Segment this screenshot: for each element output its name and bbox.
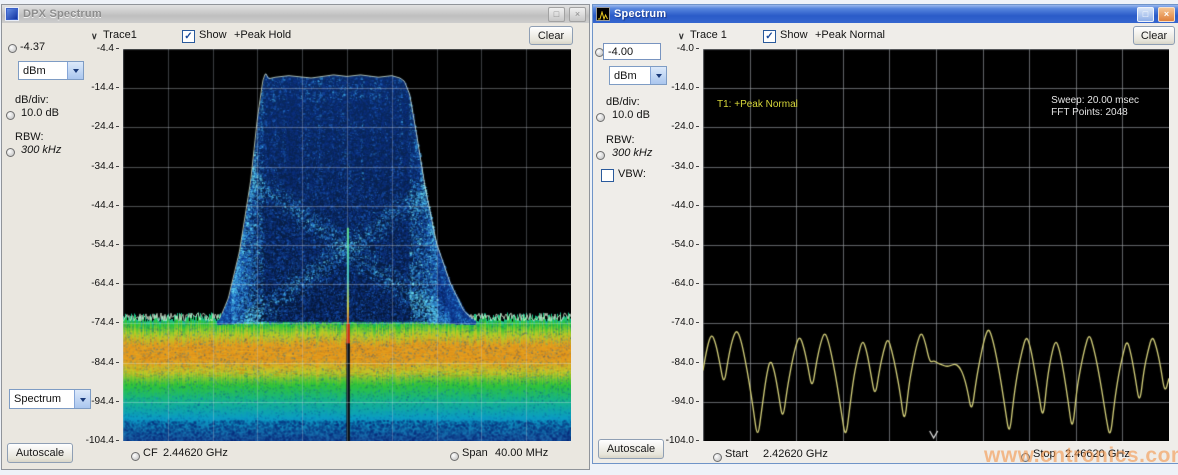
y-axis-tick-label: -94.4 — [91, 396, 119, 407]
y-axis-tick-label: -104.0 — [666, 435, 699, 446]
y-axis-tick-label: -14.0 — [671, 82, 699, 93]
dpx-dbdiv-label: dB/div: — [15, 94, 49, 106]
dpx-unit-value: dBm — [19, 65, 67, 77]
spec-trace-annotation: T1: +Peak Normal — [717, 99, 798, 110]
y-axis-tick-label: -44.0 — [671, 200, 699, 211]
y-axis-tick-label: -54.4 — [91, 239, 119, 250]
close-icon[interactable]: × — [569, 7, 586, 22]
y-axis-tick-label: -24.4 — [91, 121, 119, 132]
spec-rbw-label: RBW: — [606, 134, 635, 146]
y-axis-tick-label: -54.0 — [671, 239, 699, 250]
dpx-titlebar[interactable]: DPX Spectrum □ × — [2, 5, 589, 23]
y-axis-tick-label: -44.4 — [91, 200, 119, 211]
dpx-span-label: Span — [462, 447, 488, 459]
dpx-y-axis: -4.4-14.4-24.4-34.4-44.4-54.4-64.4-74.4-… — [62, 49, 119, 441]
chevron-down-icon[interactable]: ∨ — [91, 31, 98, 42]
spectrum-app-icon — [596, 7, 610, 21]
dpx-window-title: DPX Spectrum — [23, 8, 544, 20]
dpx-detector-label[interactable]: +Peak Hold — [234, 29, 291, 41]
y-axis-tick-label: -24.0 — [671, 121, 699, 132]
dpx-rbw-label: RBW: — [15, 131, 44, 143]
spec-clear-button[interactable]: Clear — [1133, 26, 1175, 45]
spec-dbdiv-label: dB/div: — [606, 96, 640, 108]
spec-unit-value: dBm — [610, 70, 650, 82]
cf-knob-icon[interactable] — [131, 452, 140, 461]
fft-points-text: FFT Points: 2048 — [1051, 107, 1139, 119]
y-axis-tick-label: -74.4 — [91, 317, 119, 328]
dpx-plot-area[interactable] — [123, 49, 571, 441]
spec-start-label: Start — [725, 448, 748, 460]
dpx-span-value[interactable]: 40.00 MHz — [495, 447, 548, 459]
dpx-show-checkbox[interactable] — [182, 30, 195, 43]
spec-y-axis: -4.0-14.0-24.0-34.0-44.0-54.0-64.0-74.0-… — [645, 49, 699, 441]
span-knob-icon[interactable] — [450, 452, 459, 461]
dpx-rbw-value[interactable]: 300 kHz — [21, 144, 61, 156]
dpx-spectrum-window: DPX Spectrum □ × ∨ Trace1 Show +Peak Hol… — [1, 4, 590, 470]
y-axis-tick-label: -64.0 — [671, 278, 699, 289]
rbw-knob-icon[interactable] — [596, 151, 605, 160]
y-axis-tick-label: -104.4 — [86, 435, 119, 446]
spec-start-value[interactable]: 2.42620 GHz — [763, 448, 828, 460]
spec-show-checkbox[interactable] — [763, 30, 776, 43]
spec-autoscale-button[interactable]: Autoscale — [598, 439, 664, 459]
spec-vbw-checkbox[interactable] — [601, 169, 614, 182]
spec-show-label: Show — [780, 29, 808, 41]
y-axis-tick-label: -84.4 — [91, 357, 119, 368]
y-axis-tick-label: -4.4 — [97, 43, 119, 54]
close-icon[interactable]: × — [1158, 7, 1175, 22]
spec-detector-label[interactable]: +Peak Normal — [815, 29, 885, 41]
y-axis-tick-label: -4.0 — [677, 43, 699, 54]
y-axis-tick-label: -34.4 — [91, 161, 119, 172]
maximize-icon[interactable]: □ — [548, 7, 565, 22]
dpx-clear-button[interactable]: Clear — [529, 26, 573, 45]
dpx-cf-value[interactable]: 2.44620 GHz — [163, 447, 228, 459]
maximize-icon[interactable]: □ — [1137, 7, 1154, 22]
ref-level-knob-icon[interactable] — [8, 44, 17, 53]
y-axis-tick-label: -64.4 — [91, 278, 119, 289]
dpx-app-icon — [5, 7, 19, 21]
y-axis-tick-label: -74.0 — [671, 317, 699, 328]
spectrum-window-title: Spectrum — [614, 8, 1133, 20]
dbdiv-knob-icon[interactable] — [596, 113, 605, 122]
start-knob-icon[interactable] — [713, 453, 722, 462]
dbdiv-knob-icon[interactable] — [6, 111, 15, 120]
dpx-plot-canvas — [123, 49, 571, 441]
rbw-knob-icon[interactable] — [6, 148, 15, 157]
spectrum-titlebar[interactable]: Spectrum □ × — [593, 5, 1178, 23]
watermark-text: www.cntronics.com — [984, 444, 1178, 468]
dpx-dbdiv-value[interactable]: 10.0 dB — [21, 107, 59, 119]
spec-vbw-label: VBW: — [618, 168, 646, 180]
dpx-ref-level-value[interactable]: -4.37 — [20, 41, 45, 53]
spectrum-window: Spectrum □ × ∨ Trace 1 Show +Peak Normal… — [592, 4, 1178, 464]
y-axis-tick-label: -14.4 — [91, 82, 119, 93]
spec-sweep-annotation: Sweep: 20.00 msec FFT Points: 2048 — [1051, 95, 1139, 119]
dpx-cf-label: CF — [143, 447, 158, 459]
y-axis-tick-label: -84.0 — [671, 357, 699, 368]
spec-trace-label[interactable]: Trace 1 — [690, 29, 727, 41]
dpx-show-label: Show — [199, 29, 227, 41]
y-axis-tick-label: -94.0 — [671, 396, 699, 407]
y-axis-tick-label: -34.0 — [671, 161, 699, 172]
dpx-trace-label[interactable]: Trace1 — [103, 29, 137, 41]
spec-plot-area[interactable]: T1: +Peak Normal Sweep: 20.00 msec FFT P… — [703, 49, 1169, 441]
desktop: DPX Spectrum □ × ∨ Trace1 Show +Peak Hol… — [0, 0, 1178, 475]
sweep-time-text: Sweep: 20.00 msec — [1051, 95, 1139, 107]
dpx-autoscale-button[interactable]: Autoscale — [7, 443, 73, 463]
chevron-down-icon[interactable]: ∨ — [678, 31, 685, 42]
